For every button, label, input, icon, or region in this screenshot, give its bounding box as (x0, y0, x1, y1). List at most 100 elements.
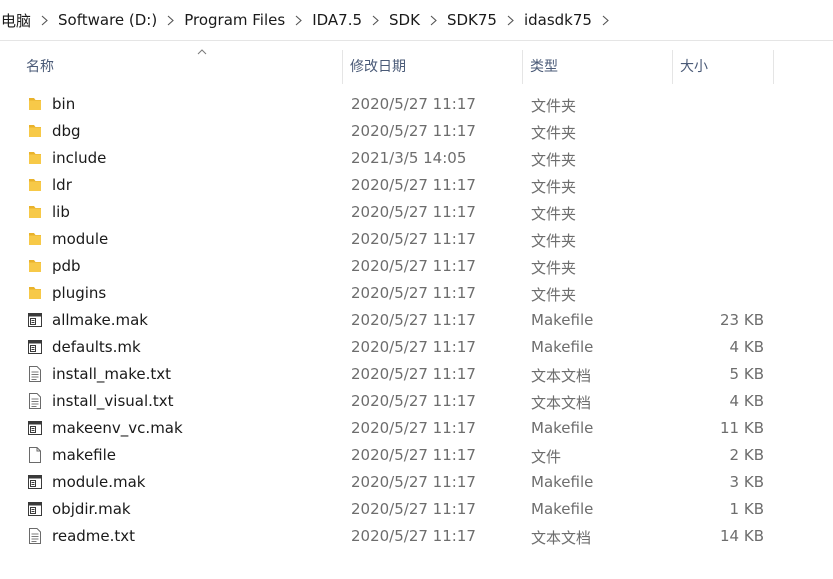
file-date: 2020/5/27 11:17 (351, 338, 476, 356)
file-type: 文件夹 (531, 232, 577, 250)
file-name: defaults.mk (52, 338, 141, 356)
file-type: 文本文档 (531, 394, 592, 412)
file-name: module.mak (52, 473, 146, 491)
file-size: 4 KB (729, 392, 764, 410)
file-type: 文本文档 (531, 367, 592, 385)
file-date: 2020/5/27 11:17 (351, 392, 476, 410)
file-row[interactable]: readme.txt 2020/5/27 11:17 文本文档 14 KB (0, 523, 833, 550)
folder-icon (26, 149, 44, 167)
file-type: 文件夹 (531, 97, 577, 115)
breadcrumb-item[interactable]: SDK (385, 11, 424, 29)
makefile-icon (26, 473, 44, 491)
file-row[interactable]: allmake.mak 2020/5/27 11:17 Makefile 23 KB (0, 307, 833, 334)
file-row[interactable]: objdir.mak 2020/5/27 11:17 Makefile 1 KB (0, 496, 833, 523)
file-row[interactable]: include 2021/3/5 14:05 文件夹 (0, 145, 833, 172)
makefile-icon (26, 419, 44, 437)
makefile-icon (26, 338, 44, 356)
file-row[interactable]: pdb 2020/5/27 11:17 文件夹 (0, 253, 833, 280)
file-type: 文件夹 (531, 124, 577, 142)
chevron-right-icon[interactable] (161, 15, 180, 26)
file-type: 文件夹 (531, 259, 577, 277)
file-size: 23 KB (720, 311, 764, 329)
file-size: 1 KB (729, 500, 764, 518)
makefile-icon (26, 500, 44, 518)
file-size: 5 KB (729, 365, 764, 383)
file-date: 2020/5/27 11:17 (351, 446, 476, 464)
chevron-right-icon[interactable] (501, 15, 520, 26)
file-type: Makefile (531, 338, 594, 356)
chevron-right-icon[interactable] (596, 15, 615, 26)
breadcrumb-item[interactable]: Software (D:) (54, 11, 161, 29)
column-header-type[interactable]: 类型 (524, 50, 673, 84)
file-name: objdir.mak (52, 500, 131, 518)
text-file-icon (26, 527, 44, 545)
file-type: 文件夹 (531, 205, 577, 223)
file-date: 2020/5/27 11:17 (351, 419, 476, 437)
file-row[interactable]: dbg 2020/5/27 11:17 文件夹 (0, 118, 833, 145)
breadcrumb-item[interactable]: idasdk75 (520, 11, 596, 29)
file-type: 文件夹 (531, 178, 577, 196)
file-name: pdb (52, 257, 81, 275)
file-row[interactable]: bin 2020/5/27 11:17 文件夹 (0, 91, 833, 118)
file-row[interactable]: ldr 2020/5/27 11:17 文件夹 (0, 172, 833, 199)
file-name: install_visual.txt (52, 392, 174, 410)
file-date: 2020/5/27 11:17 (351, 230, 476, 248)
file-type: 文件 (531, 448, 562, 466)
file-date: 2020/5/27 11:17 (351, 95, 476, 113)
sort-ascending-icon (197, 49, 207, 55)
column-header-date-label: 修改日期 (350, 59, 406, 75)
file-date: 2021/3/5 14:05 (351, 149, 467, 167)
file-row[interactable]: lib 2020/5/27 11:17 文件夹 (0, 199, 833, 226)
file-size: 14 KB (720, 527, 764, 545)
column-header-size[interactable]: 大小 (674, 50, 774, 84)
file-row[interactable]: module.mak 2020/5/27 11:17 Makefile 3 KB (0, 469, 833, 496)
file-row[interactable]: plugins 2020/5/27 11:17 文件夹 (0, 280, 833, 307)
file-name: include (52, 149, 107, 167)
column-header-size-label: 大小 (680, 59, 708, 75)
folder-icon (26, 230, 44, 248)
file-row[interactable]: defaults.mk 2020/5/27 11:17 Makefile 4 KB (0, 334, 833, 361)
file-size: 2 KB (729, 446, 764, 464)
file-date: 2020/5/27 11:17 (351, 311, 476, 329)
file-date: 2020/5/27 11:17 (351, 203, 476, 221)
breadcrumb-item[interactable]: SDK75 (443, 11, 501, 29)
chevron-right-icon[interactable] (289, 15, 308, 26)
breadcrumb: 电脑 Software (D:) Program Files IDA7.5 SDK SDK… (0, 0, 833, 41)
breadcrumb-item[interactable]: 电脑 (0, 10, 35, 31)
file-date: 2020/5/27 11:17 (351, 122, 476, 140)
file-date: 2020/5/27 11:17 (351, 500, 476, 518)
file-row[interactable]: module 2020/5/27 11:17 文件夹 (0, 226, 833, 253)
file-size: 11 KB (720, 419, 764, 437)
file-row[interactable]: makeenv_vc.mak 2020/5/27 11:17 Makefile 11 … (0, 415, 833, 442)
file-date: 2020/5/27 11:17 (351, 257, 476, 275)
chevron-right-icon[interactable] (35, 15, 54, 26)
file-type: Makefile (531, 311, 594, 329)
file-row[interactable]: makefile 2020/5/27 11:17 文件 2 KB (0, 442, 833, 469)
file-type: Makefile (531, 419, 594, 437)
column-header-name[interactable]: 名称 (20, 49, 343, 84)
file-size: 4 KB (729, 338, 764, 356)
text-file-icon (26, 392, 44, 410)
file-name: ldr (52, 176, 72, 194)
column-header-date[interactable]: 修改日期 (344, 50, 523, 84)
chevron-right-icon[interactable] (366, 15, 385, 26)
file-row[interactable]: install_visual.txt 2020/5/27 11:17 文本文档 4 K… (0, 388, 833, 415)
folder-icon (26, 176, 44, 194)
text-file-icon (26, 365, 44, 383)
file-date: 2020/5/27 11:17 (351, 365, 476, 383)
file-type: Makefile (531, 473, 594, 491)
file-name: plugins (52, 284, 107, 302)
file-size: 3 KB (729, 473, 764, 491)
file-type: 文件夹 (531, 286, 577, 304)
makefile-icon (26, 311, 44, 329)
folder-icon (26, 284, 44, 302)
breadcrumb-item[interactable]: Program Files (180, 11, 289, 29)
folder-icon (26, 203, 44, 221)
folder-icon (26, 122, 44, 140)
breadcrumb-item[interactable]: IDA7.5 (308, 11, 366, 29)
file-name: dbg (52, 122, 81, 140)
file-name: allmake.mak (52, 311, 148, 329)
file-list: bin 2020/5/27 11:17 文件夹 dbg 2020/5/27 11:17 文… (0, 91, 833, 550)
file-row[interactable]: install_make.txt 2020/5/27 11:17 文本文档 5 KB (0, 361, 833, 388)
chevron-right-icon[interactable] (424, 15, 443, 26)
